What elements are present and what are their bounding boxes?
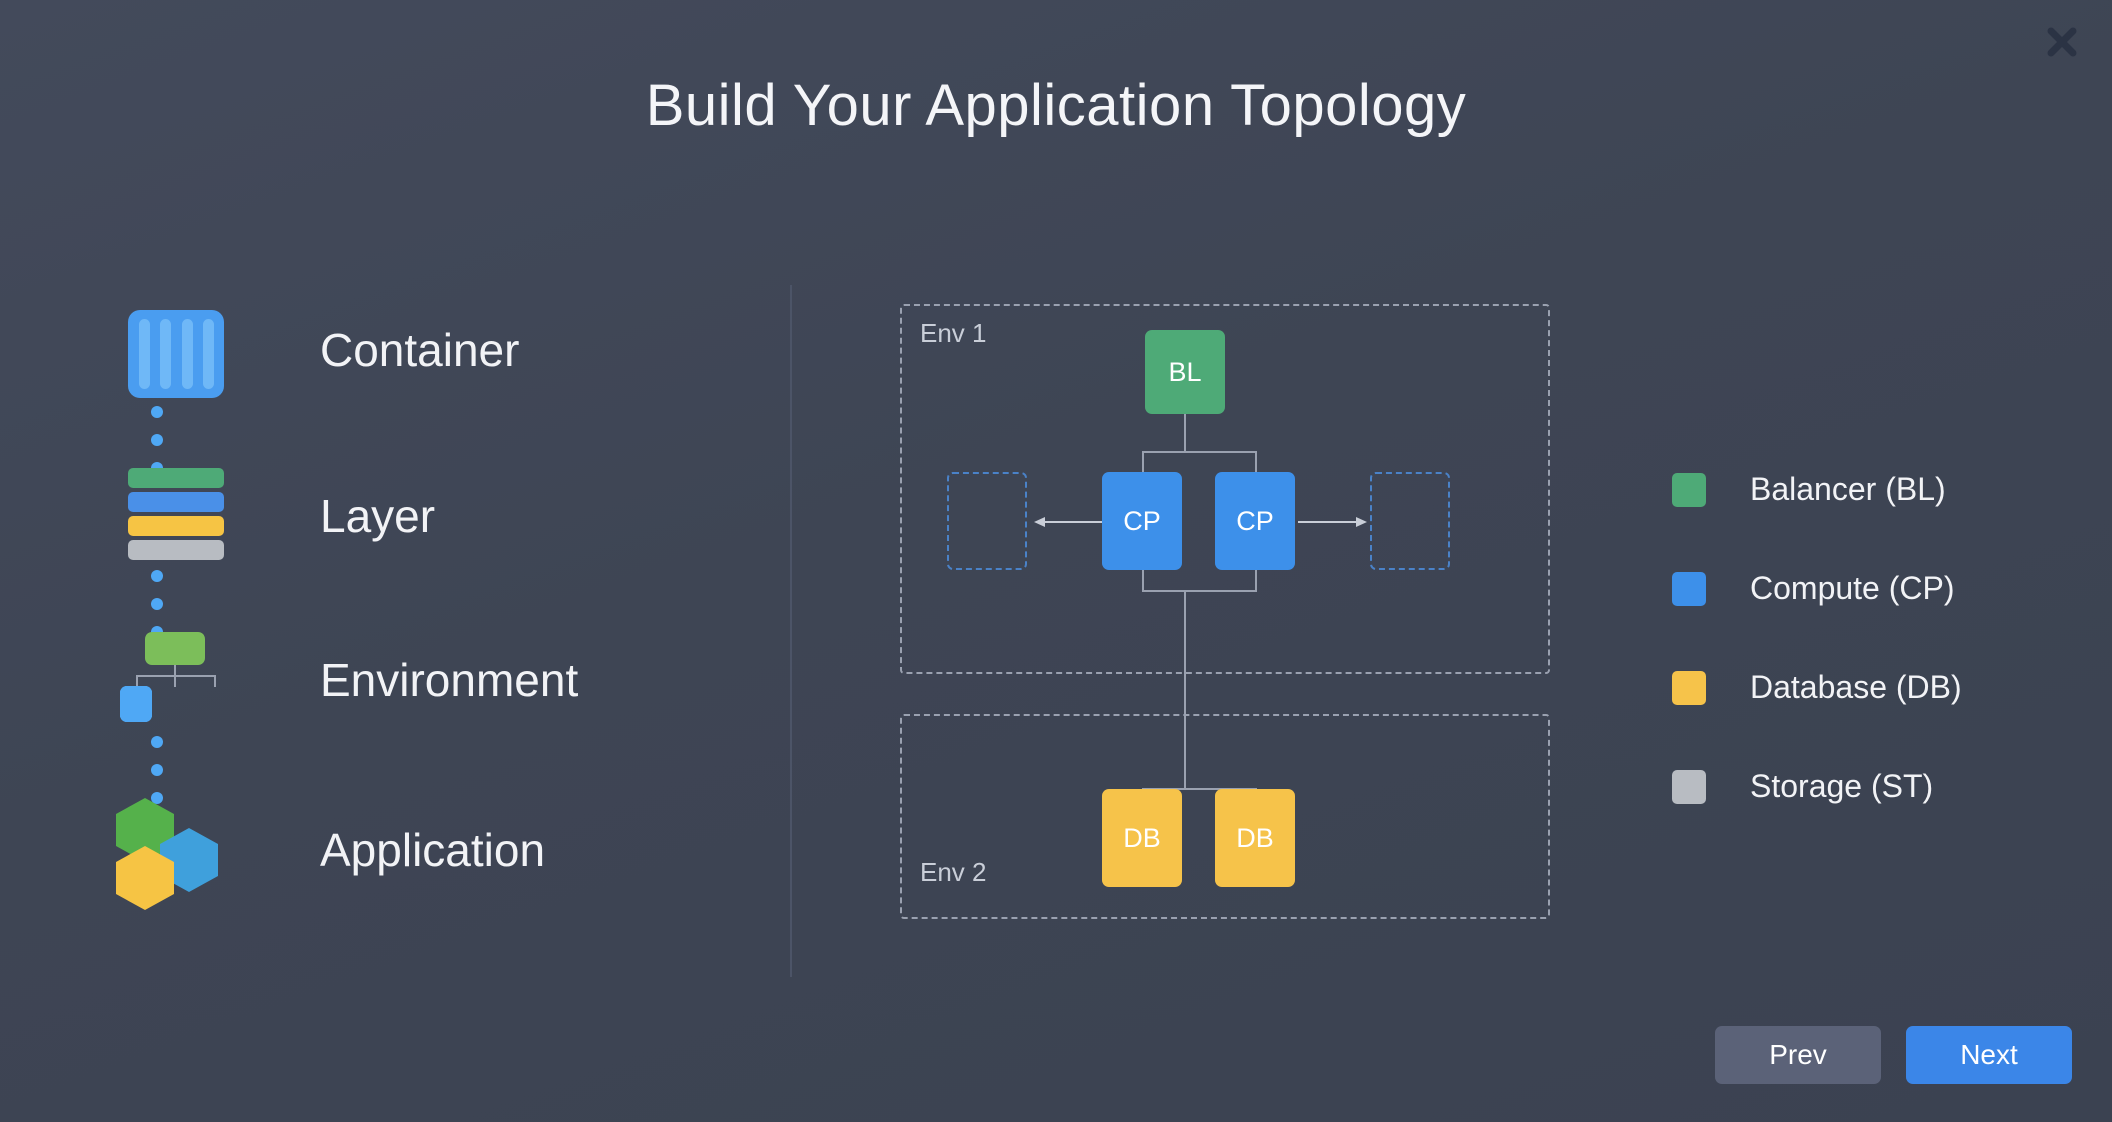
connector-dot [151,434,163,446]
topology-node-database-2[interactable]: DB [1215,789,1295,887]
legend-item-database: Database (DB) [1672,638,2002,737]
topology-node-balancer[interactable]: BL [1145,330,1225,414]
layer-icon-wrap [120,466,230,566]
environment-edge [174,675,176,687]
environment-edge [214,675,216,687]
layer-bar-compute [128,492,224,512]
legend: Balancer (BL) Compute (CP) Database (DB)… [1672,440,2002,836]
environment-child-node [120,686,152,722]
environment-tree-icon [120,630,230,726]
layer-bar-storage [128,540,224,560]
hexagon-cluster-icon [116,798,236,910]
legend-label-balancer: Balancer (BL) [1750,471,1946,507]
legend-label-storage: Storage (ST) [1750,768,1934,804]
edge-compute-lower-bus [1142,590,1257,592]
container-icon [128,310,224,398]
close-button[interactable] [2038,18,2086,66]
environment-label-env-1: Env 1 [920,318,987,348]
connector-dot [151,406,163,418]
environment-parent-node [145,632,205,665]
topology-node-compute-1[interactable]: CP [1102,472,1182,570]
concept-label-layer: Layer [320,490,436,542]
application-icon-wrap [116,798,230,910]
close-icon [2045,25,2079,59]
prev-button[interactable]: Prev [1715,1026,1881,1084]
concept-row-environment[interactable]: Environment [120,630,578,730]
concept-label-application: Application [320,824,546,876]
connector-dot [151,736,163,748]
env-2-content: DB DB [900,714,1550,919]
legend-swatch-compute [1672,571,1706,606]
next-button[interactable]: Next [1906,1026,2072,1084]
concept-row-application[interactable]: Application [116,798,546,910]
container-stripe [203,319,214,389]
topology-canvas[interactable]: Env 1 Env 2 BL CP CP DB DB [900,304,1550,919]
environment-icon-wrap [120,630,230,730]
placeholder-slot-left[interactable] [947,472,1027,570]
placeholder-slot-right[interactable] [1370,472,1450,570]
vertical-divider [790,285,792,977]
legend-swatch-storage [1672,769,1706,804]
edge-trunk-env1-to-env2 [1184,590,1186,790]
layer-stack-icon [128,468,224,564]
container-stripe [160,319,171,389]
topology-node-database-1[interactable]: DB [1102,789,1182,887]
legend-label-compute: Compute (CP) [1750,570,1955,606]
concept-row-layer[interactable]: Layer [120,466,435,566]
connector-dot [151,598,163,610]
arrow-right-icon [1298,514,1368,535]
edge-compute-1-down [1142,567,1144,592]
concept-label-environment: Environment [320,654,579,706]
connector-dot [151,570,163,582]
layer-bar-database [128,516,224,536]
legend-swatch-database [1672,670,1706,705]
legend-label-database: Database (DB) [1750,669,1962,705]
footer-actions: Prev Next [1715,1026,2072,1084]
container-stripe [139,319,150,389]
legend-item-balancer: Balancer (BL) [1672,440,2002,539]
page-title: Build Your Application Topology [645,73,1467,138]
legend-item-storage: Storage (ST) [1672,737,2002,836]
connector-dot [151,764,163,776]
layer-bar-balancer [128,468,224,488]
concept-row-container[interactable]: Container [120,300,519,400]
edge-balancer-to-bus [1184,414,1186,452]
topology-node-compute-2[interactable]: CP [1215,472,1295,570]
legend-swatch-balancer [1672,472,1706,507]
concept-label-container: Container [320,324,520,376]
container-stripe [182,319,193,389]
edge-compute-bus [1142,451,1257,453]
legend-item-compute: Compute (CP) [1672,539,2002,638]
container-icon-wrap [120,300,230,400]
edge-compute-2-down [1255,567,1257,592]
arrow-left-icon [1033,514,1103,535]
